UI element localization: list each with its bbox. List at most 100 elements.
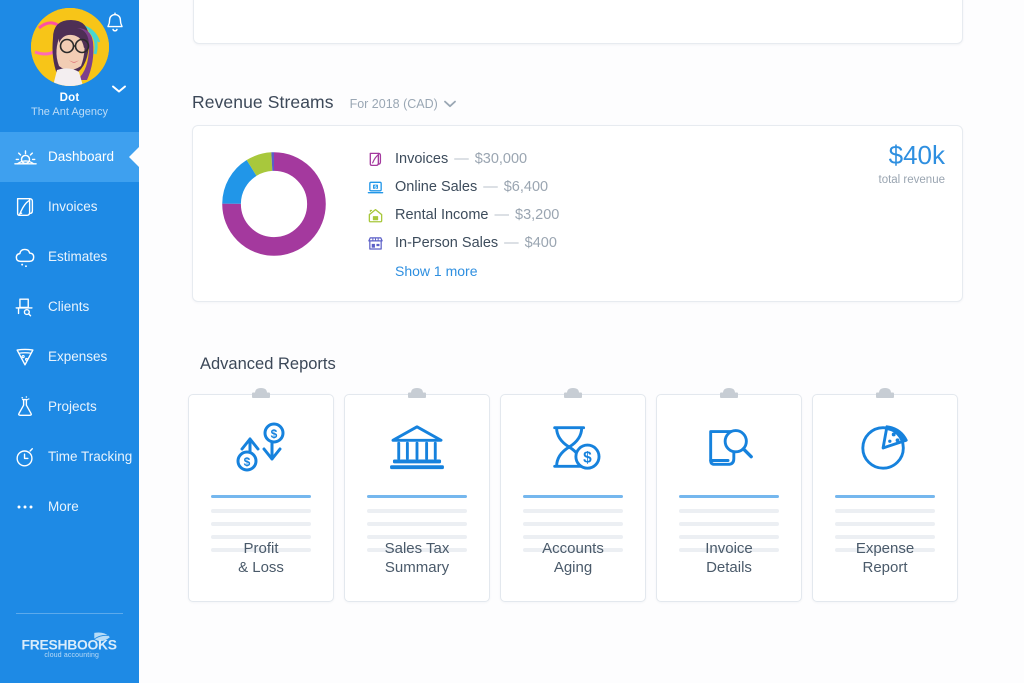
sidebar-item-label: Clients xyxy=(48,300,89,314)
invoice-icon xyxy=(10,193,40,221)
sidebar-footer: FRESHBOOKS cloud accounting xyxy=(0,613,139,683)
chevron-down-icon xyxy=(444,100,456,108)
house-icon xyxy=(366,206,384,224)
report-card-label: Profit & Loss xyxy=(189,539,333,577)
report-card-sales-tax-summary[interactable]: Sales Tax Summary xyxy=(344,394,490,602)
clipboard-clip-icon xyxy=(242,384,280,398)
revenue-streams-card: Invoices — $30,000 $ Online Sales xyxy=(192,125,963,302)
revenue-section-header: Revenue Streams For 2018 (CAD) xyxy=(192,92,456,113)
legend-label: Online Sales xyxy=(395,179,477,195)
sidebar-nav: Dashboard Invoices xyxy=(0,132,139,613)
sidebar-item-label: Estimates xyxy=(48,250,107,264)
svg-text:$: $ xyxy=(271,427,278,441)
sidebar-item-more[interactable]: More xyxy=(0,482,139,532)
bell-icon[interactable] xyxy=(105,12,125,34)
period-selector[interactable]: For 2018 (CAD) xyxy=(350,97,456,111)
report-card-accounts-aging[interactable]: $ Accounts Aging xyxy=(500,394,646,602)
svg-text:$: $ xyxy=(244,455,251,469)
report-label-line2: Details xyxy=(657,558,801,577)
hourglass-dollar-icon: $ xyxy=(501,411,645,483)
legend-value: $400 xyxy=(525,235,557,251)
report-label-line2: Report xyxy=(813,558,957,577)
pizza-icon xyxy=(10,343,40,371)
clipboard-clip-icon xyxy=(866,384,904,398)
legend-value: $30,000 xyxy=(475,151,527,167)
report-card-label: Sales Tax Summary xyxy=(345,539,489,577)
total-revenue-amount: $40k xyxy=(879,142,946,168)
advanced-reports-title: Advanced Reports xyxy=(200,355,336,374)
revenue-legend: Invoices — $30,000 $ Online Sales xyxy=(366,145,786,279)
sidebar-item-label: Dashboard xyxy=(48,150,114,164)
report-card-profit-loss[interactable]: $ $ Profit & Loss xyxy=(188,394,334,602)
page-title: Revenue Streams xyxy=(192,92,334,113)
legend-value: $3,200 xyxy=(515,207,559,223)
laptop-dollar-icon: $ xyxy=(366,178,384,196)
sidebar-item-label: More xyxy=(48,500,79,514)
dashboard-page: Dot The Ant Agency Dashboard xyxy=(0,0,1024,683)
sidebar: Dot The Ant Agency Dashboard xyxy=(0,0,139,683)
report-label-line1: Expense xyxy=(813,539,957,558)
sidebar-item-label: Projects xyxy=(48,400,97,414)
profile-block[interactable]: Dot The Ant Agency xyxy=(0,0,139,122)
report-card-label: Invoice Details xyxy=(657,539,801,577)
report-label-line2: & Loss xyxy=(189,558,333,577)
legend-dash: — xyxy=(504,235,519,251)
report-label-line2: Aging xyxy=(501,558,645,577)
legend-item[interactable]: Rental Income — $3,200 xyxy=(366,201,786,229)
legend-dash: — xyxy=(495,207,510,223)
legend-item[interactable]: Invoices — $30,000 xyxy=(366,145,786,173)
report-card-invoice-details[interactable]: Invoice Details xyxy=(656,394,802,602)
sidebar-item-time-tracking[interactable]: Time Tracking xyxy=(0,432,139,482)
avatar[interactable] xyxy=(31,8,109,86)
report-label-line1: Profit xyxy=(189,539,333,558)
legend-value: $6,400 xyxy=(504,179,548,195)
sunrise-icon xyxy=(10,143,40,171)
legend-dash: — xyxy=(454,151,469,167)
sidebar-item-estimates[interactable]: Estimates xyxy=(0,232,139,282)
sidebar-item-label: Time Tracking xyxy=(48,450,132,464)
report-card-expense-report[interactable]: Expense Report xyxy=(812,394,958,602)
sidebar-item-label: Expenses xyxy=(48,350,107,364)
report-card-label: Expense Report xyxy=(813,539,957,577)
svg-text:$: $ xyxy=(374,184,377,190)
top-summary-card xyxy=(193,0,963,44)
legend-label: In-Person Sales xyxy=(395,235,498,251)
pie-slice-icon xyxy=(813,411,957,483)
legend-item[interactable]: $ Online Sales — $6,400 xyxy=(366,173,786,201)
sidebar-item-expenses[interactable]: Expenses xyxy=(0,332,139,382)
sidebar-item-projects[interactable]: Projects xyxy=(0,382,139,432)
sidebar-item-label: Invoices xyxy=(48,200,98,214)
divider xyxy=(16,613,123,614)
profit-loss-icon: $ $ xyxy=(189,411,333,483)
legend-label: Rental Income xyxy=(395,207,489,223)
report-label-line1: Accounts xyxy=(501,539,645,558)
svg-text:FRESHBOOKS: FRESHBOOKS xyxy=(21,636,116,652)
freshbooks-logo: FRESHBOOKS cloud accounting xyxy=(0,630,139,665)
sidebar-item-invoices[interactable]: Invoices xyxy=(0,182,139,232)
sidebar-item-dashboard[interactable]: Dashboard xyxy=(0,132,139,182)
report-card-label: Accounts Aging xyxy=(501,539,645,577)
legend-item[interactable]: In-Person Sales — $400 xyxy=(366,229,786,257)
stopwatch-icon xyxy=(10,443,40,471)
clipboard-clip-icon xyxy=(554,384,592,398)
flask-icon xyxy=(10,393,40,421)
sidebar-item-clients[interactable]: Clients xyxy=(0,282,139,332)
total-revenue-block: $40k total revenue xyxy=(879,142,946,186)
clipboard-clip-icon xyxy=(710,384,748,398)
chevron-down-icon[interactable] xyxy=(111,84,127,94)
ellipsis-icon xyxy=(10,493,40,521)
donut-segment-in-person-sales xyxy=(232,162,317,247)
main-content: Revenue Streams For 2018 (CAD) xyxy=(139,0,1024,683)
bank-icon xyxy=(345,411,489,483)
report-label-line1: Sales Tax xyxy=(345,539,489,558)
hat-icon xyxy=(10,293,40,321)
cloud-icon xyxy=(10,243,40,271)
revenue-donut-chart xyxy=(218,148,330,260)
invoice-magnifier-icon xyxy=(657,411,801,483)
clipboard-clip-icon xyxy=(398,384,436,398)
total-revenue-caption: total revenue xyxy=(879,174,946,186)
show-more-link[interactable]: Show 1 more xyxy=(395,263,786,279)
legend-label: Invoices xyxy=(395,151,448,167)
report-label-line1: Invoice xyxy=(657,539,801,558)
profile-org: The Ant Agency xyxy=(0,106,139,118)
